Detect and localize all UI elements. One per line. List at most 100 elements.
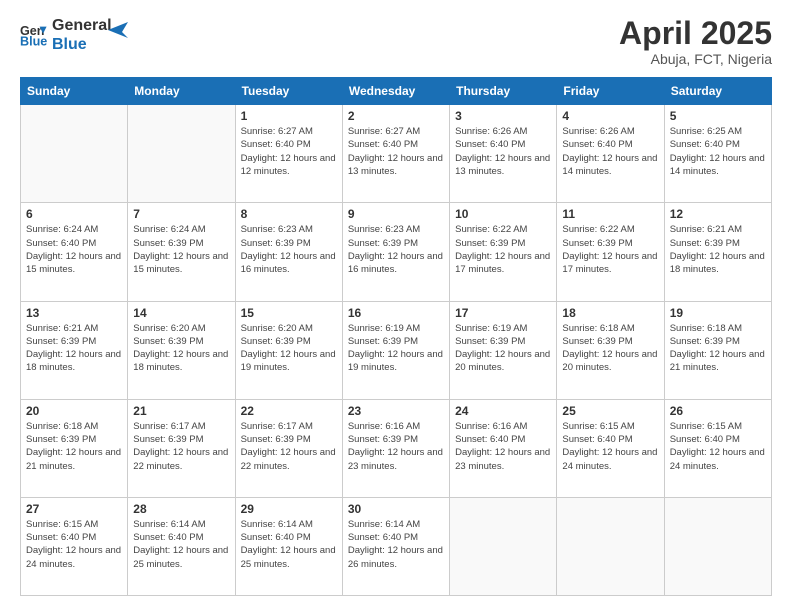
day-number: 10 <box>455 207 551 221</box>
calendar-week-row: 20 Sunrise: 6:18 AM Sunset: 6:39 PM Dayli… <box>21 399 772 497</box>
calendar-day-cell: 1 Sunrise: 6:27 AM Sunset: 6:40 PM Daylig… <box>235 105 342 203</box>
day-info: Sunrise: 6:16 AM Sunset: 6:39 PM Dayligh… <box>348 420 444 473</box>
day-info: Sunrise: 6:25 AM Sunset: 6:40 PM Dayligh… <box>670 125 766 178</box>
day-number: 6 <box>26 207 122 221</box>
day-number: 27 <box>26 502 122 516</box>
day-number: 17 <box>455 306 551 320</box>
calendar-day-cell: 27Sunrise: 6:15 AM Sunset: 6:40 PM Dayli… <box>21 497 128 595</box>
calendar-day-cell <box>128 105 235 203</box>
calendar-day-cell: 28 Sunrise: 6:14 AM Sunset: 6:40 PM Dayli… <box>128 497 235 595</box>
calendar-day-cell: 14 Sunrise: 6:20 AM Sunset: 6:39 PM Dayli… <box>128 301 235 399</box>
day-number: 29 <box>241 502 337 516</box>
calendar-day-cell: 9 Sunrise: 6:23 AM Sunset: 6:39 PM Daylig… <box>342 203 449 301</box>
calendar-week-row: 1 Sunrise: 6:27 AM Sunset: 6:40 PM Daylig… <box>21 105 772 203</box>
calendar-day-cell: 7Sunrise: 6:24 AM Sunset: 6:39 PM Daylig… <box>128 203 235 301</box>
day-number: 30 <box>348 502 444 516</box>
col-sunday: Sunday <box>21 78 128 105</box>
svg-text:Blue: Blue <box>20 35 47 49</box>
day-info: Sunrise: 6:15 AM Sunset: 6:40 PM Dayligh… <box>670 420 766 473</box>
calendar-day-cell: 10 Sunrise: 6:22 AM Sunset: 6:39 PM Dayli… <box>450 203 557 301</box>
logo-bird-icon <box>108 18 128 42</box>
day-number: 14 <box>133 306 229 320</box>
calendar-day-cell: 11Sunrise: 6:22 AM Sunset: 6:39 PM Dayli… <box>557 203 664 301</box>
day-info: Sunrise: 6:19 AM Sunset: 6:39 PM Dayligh… <box>455 322 551 375</box>
col-wednesday: Wednesday <box>342 78 449 105</box>
day-number: 9 <box>348 207 444 221</box>
day-info: Sunrise: 6:15 AM Sunset: 6:40 PM Dayligh… <box>562 420 658 473</box>
day-info: Sunrise: 6:21 AM Sunset: 6:39 PM Dayligh… <box>670 223 766 276</box>
day-number: 15 <box>241 306 337 320</box>
calendar-day-cell <box>664 497 771 595</box>
day-number: 5 <box>670 109 766 123</box>
day-info: Sunrise: 6:14 AM Sunset: 6:40 PM Dayligh… <box>348 518 444 571</box>
calendar-week-row: 27Sunrise: 6:15 AM Sunset: 6:40 PM Dayli… <box>21 497 772 595</box>
day-number: 22 <box>241 404 337 418</box>
col-friday: Friday <box>557 78 664 105</box>
day-info: Sunrise: 6:23 AM Sunset: 6:39 PM Dayligh… <box>348 223 444 276</box>
calendar-week-row: 6Sunrise: 6:24 AM Sunset: 6:40 PM Daylig… <box>21 203 772 301</box>
day-number: 26 <box>670 404 766 418</box>
day-number: 4 <box>562 109 658 123</box>
day-number: 12 <box>670 207 766 221</box>
day-number: 23 <box>348 404 444 418</box>
day-number: 25 <box>562 404 658 418</box>
day-info: Sunrise: 6:20 AM Sunset: 6:39 PM Dayligh… <box>133 322 229 375</box>
day-number: 7 <box>133 207 229 221</box>
day-number: 20 <box>26 404 122 418</box>
calendar-day-cell: 22Sunrise: 6:17 AM Sunset: 6:39 PM Dayli… <box>235 399 342 497</box>
weekday-header-row: Sunday Monday Tuesday Wednesday Thursday… <box>21 78 772 105</box>
calendar-day-cell: 12 Sunrise: 6:21 AM Sunset: 6:39 PM Dayli… <box>664 203 771 301</box>
calendar-subtitle: Abuja, FCT, Nigeria <box>619 51 772 67</box>
header: Gen Blue General Blue April 2025 Abuja, … <box>20 16 772 67</box>
calendar-day-cell: 3Sunrise: 6:26 AM Sunset: 6:40 PM Daylig… <box>450 105 557 203</box>
calendar-day-cell: 17 Sunrise: 6:19 AM Sunset: 6:39 PM Dayli… <box>450 301 557 399</box>
day-info: Sunrise: 6:27 AM Sunset: 6:40 PM Dayligh… <box>348 125 444 178</box>
day-info: Sunrise: 6:26 AM Sunset: 6:40 PM Dayligh… <box>562 125 658 178</box>
col-thursday: Thursday <box>450 78 557 105</box>
day-number: 11 <box>562 207 658 221</box>
calendar-day-cell: 13 Sunrise: 6:21 AM Sunset: 6:39 PM Dayli… <box>21 301 128 399</box>
day-number: 13 <box>26 306 122 320</box>
day-info: Sunrise: 6:14 AM Sunset: 6:40 PM Dayligh… <box>133 518 229 571</box>
calendar-day-cell: 29Sunrise: 6:14 AM Sunset: 6:40 PM Dayli… <box>235 497 342 595</box>
logo: Gen Blue General Blue <box>20 16 128 54</box>
calendar-day-cell: 23 Sunrise: 6:16 AM Sunset: 6:39 PM Dayli… <box>342 399 449 497</box>
day-number: 16 <box>348 306 444 320</box>
day-number: 19 <box>670 306 766 320</box>
day-info: Sunrise: 6:27 AM Sunset: 6:40 PM Dayligh… <box>241 125 337 178</box>
day-info: Sunrise: 6:18 AM Sunset: 6:39 PM Dayligh… <box>26 420 122 473</box>
day-info: Sunrise: 6:17 AM Sunset: 6:39 PM Dayligh… <box>133 420 229 473</box>
calendar-day-cell: 19 Sunrise: 6:18 AM Sunset: 6:39 PM Dayli… <box>664 301 771 399</box>
calendar-day-cell: 21 Sunrise: 6:17 AM Sunset: 6:39 PM Dayli… <box>128 399 235 497</box>
day-number: 8 <box>241 207 337 221</box>
calendar-day-cell <box>450 497 557 595</box>
day-info: Sunrise: 6:18 AM Sunset: 6:39 PM Dayligh… <box>562 322 658 375</box>
calendar-table: Sunday Monday Tuesday Wednesday Thursday… <box>20 77 772 596</box>
day-number: 3 <box>455 109 551 123</box>
logo-icon: Gen Blue <box>20 21 48 49</box>
calendar-day-cell: 5 Sunrise: 6:25 AM Sunset: 6:40 PM Daylig… <box>664 105 771 203</box>
calendar-day-cell: 15 Sunrise: 6:20 AM Sunset: 6:39 PM Dayli… <box>235 301 342 399</box>
day-number: 28 <box>133 502 229 516</box>
calendar-day-cell <box>557 497 664 595</box>
title-block: April 2025 Abuja, FCT, Nigeria <box>619 16 772 67</box>
calendar-week-row: 13 Sunrise: 6:21 AM Sunset: 6:39 PM Dayli… <box>21 301 772 399</box>
day-info: Sunrise: 6:20 AM Sunset: 6:39 PM Dayligh… <box>241 322 337 375</box>
calendar-title: April 2025 <box>619 16 772 51</box>
day-info: Sunrise: 6:16 AM Sunset: 6:40 PM Dayligh… <box>455 420 551 473</box>
day-info: Sunrise: 6:18 AM Sunset: 6:39 PM Dayligh… <box>670 322 766 375</box>
calendar-day-cell: 26 Sunrise: 6:15 AM Sunset: 6:40 PM Dayli… <box>664 399 771 497</box>
calendar-day-cell: 16 Sunrise: 6:19 AM Sunset: 6:39 PM Dayli… <box>342 301 449 399</box>
col-saturday: Saturday <box>664 78 771 105</box>
calendar-day-cell: 25 Sunrise: 6:15 AM Sunset: 6:40 PM Dayli… <box>557 399 664 497</box>
day-info: Sunrise: 6:21 AM Sunset: 6:39 PM Dayligh… <box>26 322 122 375</box>
day-info: Sunrise: 6:19 AM Sunset: 6:39 PM Dayligh… <box>348 322 444 375</box>
day-info: Sunrise: 6:22 AM Sunset: 6:39 PM Dayligh… <box>455 223 551 276</box>
day-number: 21 <box>133 404 229 418</box>
calendar-day-cell <box>21 105 128 203</box>
logo-general: General <box>52 16 112 35</box>
calendar-day-cell: 24 Sunrise: 6:16 AM Sunset: 6:40 PM Dayli… <box>450 399 557 497</box>
calendar-day-cell: 8Sunrise: 6:23 AM Sunset: 6:39 PM Daylig… <box>235 203 342 301</box>
day-number: 1 <box>241 109 337 123</box>
day-number: 24 <box>455 404 551 418</box>
